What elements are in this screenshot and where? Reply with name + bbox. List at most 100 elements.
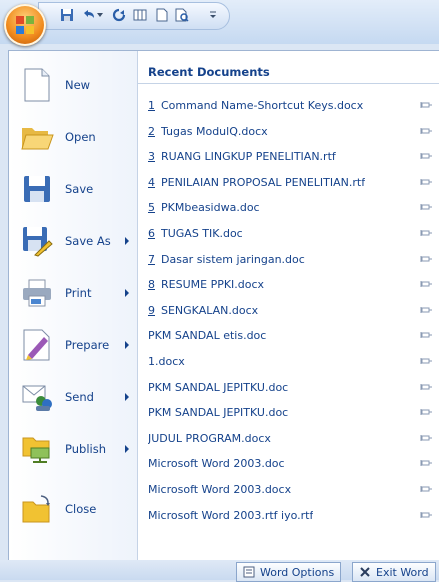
recent-document-item[interactable]: 8 RESUME PPKI.docx (148, 272, 432, 297)
open-folder-icon (19, 119, 55, 155)
pin-icon[interactable] (420, 228, 432, 238)
menu-item-close[interactable]: Close (9, 483, 137, 535)
qat-columns-icon[interactable] (131, 6, 149, 24)
menu-item-open[interactable]: Open (9, 111, 137, 163)
pin-icon[interactable] (420, 279, 432, 289)
document-name: PKM SANDAL JEPITKU.doc (148, 406, 289, 420)
document-number: 9 (148, 303, 155, 317)
recent-document-item[interactable]: 4 PENILAIAN PROPOSAL PENELITIAN.rtf (148, 170, 432, 195)
recent-document-item[interactable]: PKM SANDAL JEPITKU.doc (148, 400, 432, 425)
recent-document-item[interactable]: 5 PKMbeasidwa.doc (148, 195, 432, 220)
pin-icon[interactable] (420, 151, 432, 161)
recent-document-item[interactable]: 1 Command Name-Shortcut Keys.docx (148, 93, 432, 118)
options-icon (243, 566, 255, 578)
pin-icon[interactable] (420, 305, 432, 315)
menu-item-save[interactable]: Save (9, 163, 137, 215)
word-options-button[interactable]: Word Options (236, 562, 342, 582)
pin-icon[interactable] (420, 100, 432, 110)
recent-document-item[interactable]: 3 RUANG LINGKUP PENELITIAN.rtf (148, 144, 432, 169)
document-name: PKMbeasidwa.doc (161, 201, 260, 215)
pin-icon[interactable] (420, 126, 432, 136)
document-name: RUANG LINGKUP PENELITIAN.rtf (161, 150, 336, 164)
menu-item-label: Save (65, 182, 94, 196)
document-number: 3 (148, 150, 155, 164)
pin-icon[interactable] (420, 458, 432, 468)
new-document-icon (19, 67, 55, 103)
prepare-icon (19, 327, 55, 363)
pin-icon[interactable] (420, 484, 432, 494)
document-number: 5 (148, 201, 155, 215)
document-name: Microsoft Word 2003.rtf iyo.rtf (148, 508, 314, 522)
document-name: Command Name-Shortcut Keys.docx (161, 99, 364, 112)
submenu-arrow-icon (125, 445, 129, 453)
document-number: 6 (148, 227, 155, 240)
close-folder-icon (19, 491, 55, 527)
recent-document-item[interactable]: Microsoft Word 2003.doc (148, 451, 432, 476)
menu-item-prepare[interactable]: Prepare (9, 319, 137, 371)
quick-access-toolbar (0, 0, 439, 46)
submenu-arrow-icon (125, 341, 129, 349)
menu-item-send[interactable]: Send (9, 371, 137, 423)
pin-icon[interactable] (420, 356, 432, 366)
menu-item-label: Save As (65, 234, 111, 248)
pin-icon[interactable] (420, 177, 432, 187)
submenu-arrow-icon (125, 237, 129, 245)
document-name: 1.docx (148, 355, 185, 368)
recent-document-item[interactable]: 9 SENGKALAN.docx (148, 298, 432, 323)
menu-item-label: Publish (65, 442, 106, 456)
qat-print-preview-icon[interactable] (173, 6, 191, 24)
document-name: Tugas ModulQ.docx (161, 124, 268, 138)
recent-document-item[interactable]: PKM SANDAL JEPITKU.doc (148, 375, 432, 400)
save-disk-icon (19, 171, 55, 207)
recent-document-item[interactable]: Microsoft Word 2003.docx (148, 477, 432, 502)
menu-footer: Word Options Exit Word (0, 560, 439, 582)
office-menu: New Open Save Save As Print Prepare Send… (8, 50, 439, 562)
recent-document-item[interactable]: 1.docx (148, 349, 432, 374)
exit-word-label: Exit Word (376, 565, 429, 579)
document-name: Microsoft Word 2003.docx (148, 483, 292, 496)
office-button[interactable] (4, 4, 46, 46)
document-name: PENILAIAN PROPOSAL PENELITIAN.rtf (161, 175, 366, 189)
pin-icon[interactable] (420, 202, 432, 212)
recent-document-item[interactable]: Microsoft Word 2003.rtf iyo.rtf (148, 503, 432, 528)
pin-icon[interactable] (420, 510, 432, 520)
document-number: 4 (148, 175, 155, 189)
recent-document-item[interactable]: PKM SANDAL etis.doc (148, 323, 432, 348)
menu-item-label: Prepare (65, 338, 110, 352)
qat-save-icon[interactable] (58, 6, 76, 24)
recent-document-item[interactable]: 2 Tugas ModulQ.docx (148, 119, 432, 144)
qat-undo-dropdown-icon[interactable] (96, 6, 104, 24)
menu-item-new[interactable]: New (9, 59, 137, 111)
command-pane: New Open Save Save As Print Prepare Send… (9, 51, 138, 561)
document-name: RESUME PPKI.docx (161, 278, 265, 292)
exit-word-button[interactable]: Exit Word (352, 562, 436, 582)
office-logo-icon (16, 16, 34, 34)
recent-document-item[interactable]: 6 TUGAS TIK.doc (148, 221, 432, 246)
pin-icon[interactable] (420, 433, 432, 443)
pin-icon[interactable] (420, 382, 432, 392)
submenu-arrow-icon (125, 289, 129, 297)
document-name: SENGKALAN.docx (161, 303, 259, 317)
recent-document-item[interactable]: JUDUL PROGRAM.docx (148, 426, 432, 451)
menu-item-label: New (65, 78, 91, 92)
document-number: 7 (148, 252, 155, 266)
pin-icon[interactable] (420, 330, 432, 340)
submenu-arrow-icon (125, 393, 129, 401)
qat-customize-icon[interactable] (208, 6, 218, 24)
qat-redo-icon[interactable] (110, 6, 128, 24)
recent-document-item[interactable]: 7 Dasar sistem jaringan.doc (148, 247, 432, 272)
menu-item-save-as[interactable]: Save As (9, 215, 137, 267)
separator (138, 83, 439, 84)
document-name: PKM SANDAL etis.doc (148, 329, 267, 343)
document-number: 8 (148, 278, 155, 292)
pin-icon[interactable] (420, 254, 432, 264)
menu-item-label: Open (65, 130, 96, 144)
menu-item-publish[interactable]: Publish (9, 423, 137, 475)
menu-item-label: Print (65, 286, 92, 300)
pin-icon[interactable] (420, 407, 432, 417)
qat-new-page-icon[interactable] (153, 6, 171, 24)
menu-item-print[interactable]: Print (9, 267, 137, 319)
close-icon (360, 567, 370, 577)
word-options-label: Word Options (260, 565, 335, 579)
document-name: Dasar sistem jaringan.doc (161, 252, 305, 266)
